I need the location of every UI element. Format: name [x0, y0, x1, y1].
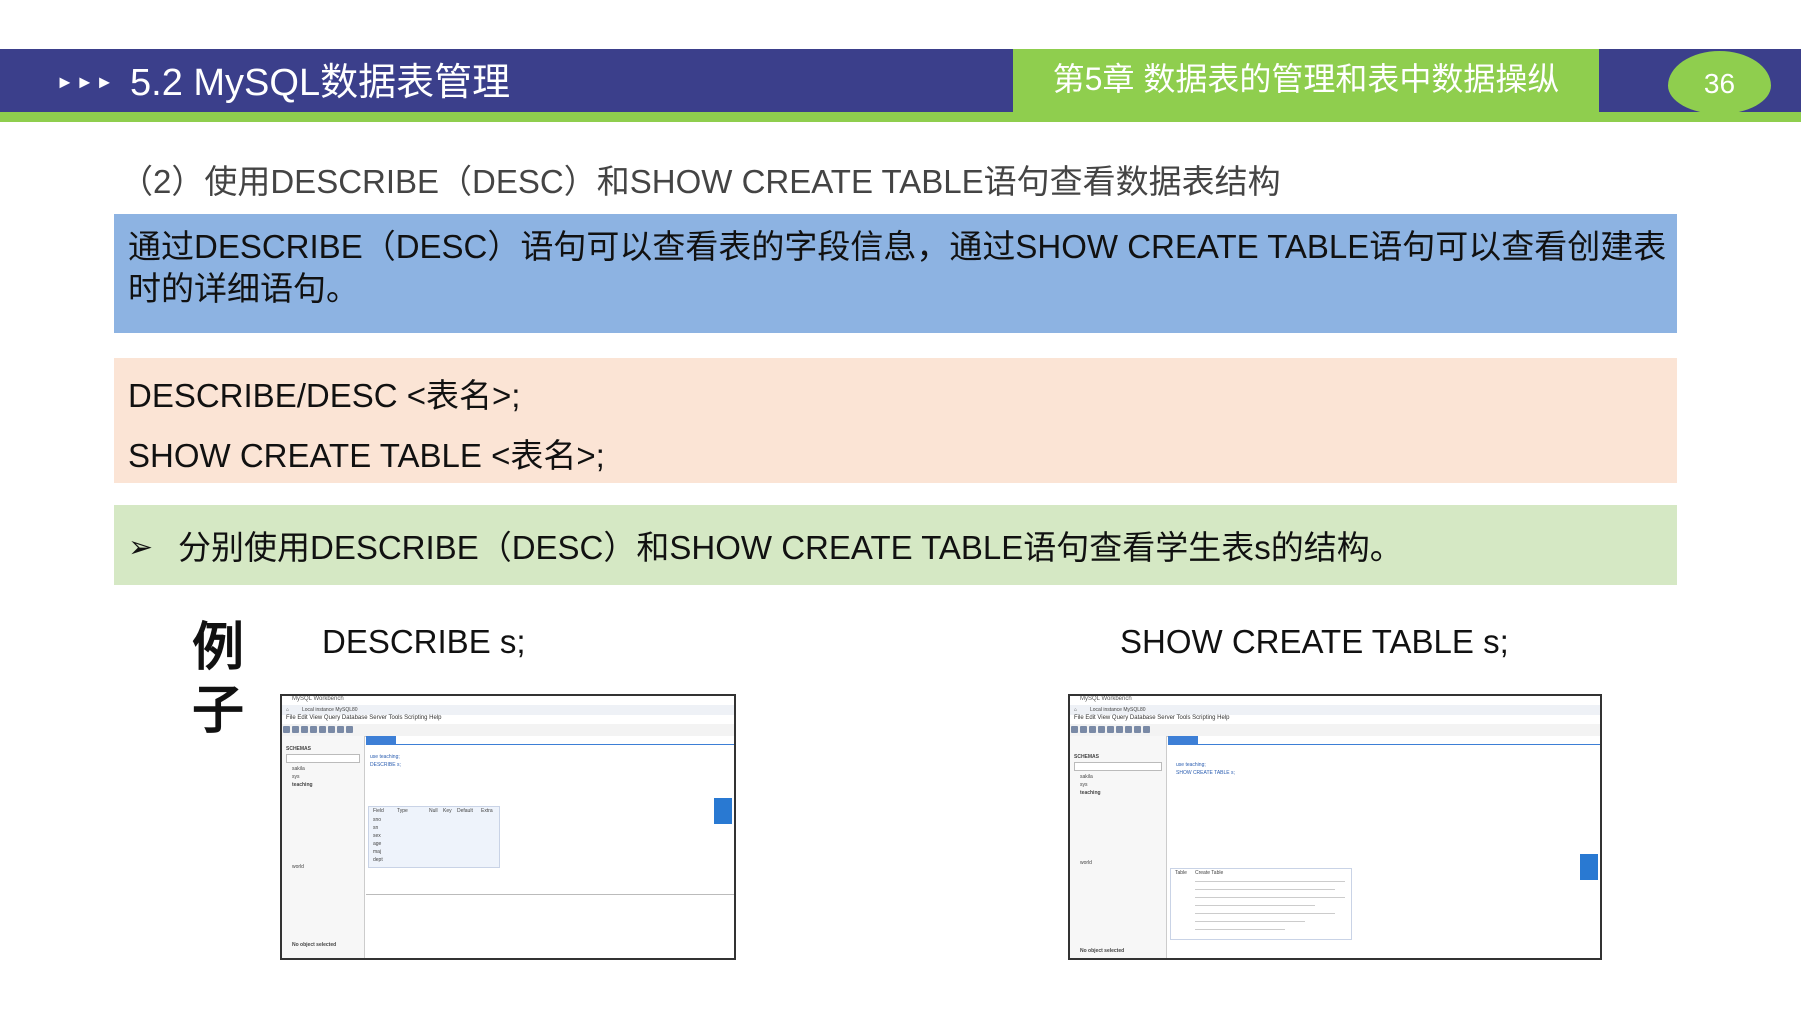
result-column: Extra [481, 808, 493, 814]
schema-item[interactable]: sys [1080, 782, 1088, 788]
slide-subtitle: （2）使用DESCRIBE（DESC）和SHOW CREATE TABLE语句查… [120, 163, 1281, 200]
result-field: dept [373, 857, 383, 863]
connection-tab: Local instance MySQL80 [1090, 707, 1146, 713]
result-column: Null [429, 808, 438, 814]
filter-input[interactable] [1074, 762, 1162, 771]
schemas-label: SCHEMAS [1074, 754, 1100, 760]
screenshot-show-create: MySQL Workbench ⌂ Local instance MySQL80… [1068, 694, 1602, 960]
result-column: Key [443, 808, 452, 814]
result-grid: Table Create Table [1170, 868, 1352, 940]
schema-item[interactable]: teaching [1080, 790, 1101, 796]
info-text: No object selected [1080, 948, 1125, 954]
task-text: 分别使用DESCRIBE（DESC）和SHOW CREATE TABLE语句查看… [178, 529, 1403, 566]
schema-item[interactable]: world [292, 864, 304, 870]
window-title: MySQL Workbench [282, 696, 734, 705]
sql-line: use teaching; [1176, 762, 1206, 768]
syntax-show-create: SHOW CREATE TABLE <表名>; [128, 437, 605, 474]
menu-bar: File Edit View Query Database Server Too… [282, 715, 734, 724]
schema-item[interactable]: sakila [1080, 774, 1093, 780]
sql-editor[interactable]: use teaching; SHOW CREATE TABLE s; Table… [1168, 736, 1600, 958]
navigator-panel: SCHEMAS sakila sys teaching world No obj… [282, 736, 365, 958]
result-column: Field [373, 808, 384, 814]
screenshot-describe: MySQL Workbench ⌂ Local instance MySQL80… [280, 694, 736, 960]
result-column: Default [457, 808, 473, 814]
result-grid-button[interactable] [714, 798, 732, 824]
header-arrows-icon: ►►► [56, 72, 116, 92]
example-label-2: 子 [192, 681, 245, 741]
navigator-panel: SCHEMAS sakila sys teaching world No obj… [1070, 736, 1167, 958]
filter-input[interactable] [286, 754, 360, 763]
schema-item[interactable]: teaching [292, 782, 313, 788]
bullet-arrow-icon: ➢ [128, 531, 154, 564]
sql-editor[interactable]: use teaching; DESCRIBE s; Field Type Nul… [366, 736, 734, 958]
connection-tab: Local instance MySQL80 [302, 707, 358, 713]
sql-line: use teaching; [370, 754, 400, 760]
menu-bar: File Edit View Query Database Server Too… [1070, 715, 1600, 724]
result-column: Create Table [1195, 870, 1224, 876]
info-text: No object selected [292, 942, 337, 948]
window-title: MySQL Workbench [1070, 696, 1600, 705]
result-field: age [373, 841, 382, 847]
example-command-show-create: SHOW CREATE TABLE s; [1120, 623, 1509, 660]
result-column: Type [397, 808, 408, 814]
result-grid: Field Type Null Key Default Extra sno sn… [368, 806, 500, 868]
schema-item[interactable]: sys [292, 774, 300, 780]
syntax-describe: DESCRIBE/DESC <表名>; [128, 377, 521, 414]
result-column: Table [1175, 870, 1187, 876]
sql-line: SHOW CREATE TABLE s; [1176, 770, 1235, 776]
page-number: 36 [1668, 51, 1771, 114]
result-grid-button[interactable] [1580, 854, 1598, 880]
schemas-label: SCHEMAS [286, 746, 312, 752]
section-title: 5.2 MySQL数据表管理 [130, 62, 511, 104]
header-accent-line [0, 112, 1801, 122]
home-icon: ⌂ [286, 707, 290, 713]
sql-line: DESCRIBE s; [370, 762, 401, 768]
result-field: maj [373, 849, 382, 855]
home-icon: ⌂ [1074, 707, 1078, 713]
chapter-title: 第5章 数据表的管理和表中数据操纵 [1013, 49, 1599, 112]
example-command-describe: DESCRIBE s; [322, 623, 526, 660]
schema-item[interactable]: sakila [292, 766, 305, 772]
result-field: sex [373, 833, 381, 839]
result-field: sno [373, 817, 382, 823]
schema-item[interactable]: world [1080, 860, 1092, 866]
result-field: sn [373, 825, 379, 831]
intro-text: 通过DESCRIBE（DESC）语句可以查看表的字段信息，通过SHOW CREA… [128, 228, 1667, 307]
